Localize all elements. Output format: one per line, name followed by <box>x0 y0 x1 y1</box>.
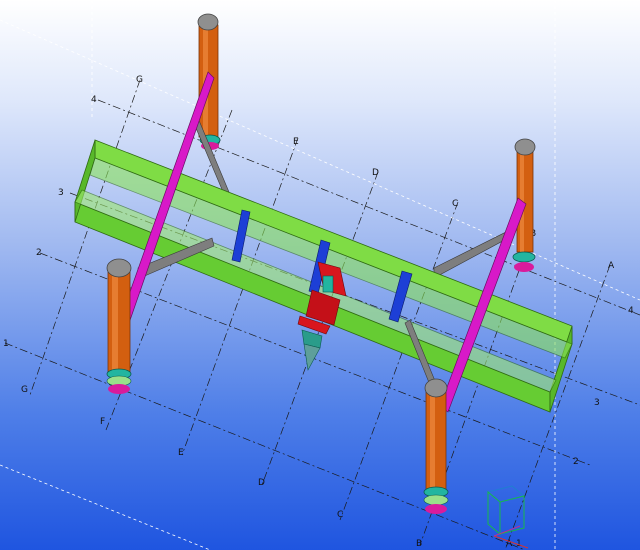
grid-label-c-top: C <box>452 199 458 209</box>
grid-label-f-bottom: F <box>100 417 105 427</box>
structural-model-scene: G E D C A F B G F E D C B A 4 3 2 1 4 3 … <box>0 0 640 550</box>
column-cap <box>197 13 219 31</box>
grid-label-g-bottom: G <box>21 385 28 395</box>
grid-label-d-bottom: D <box>258 478 265 488</box>
grid-label-a-top: A <box>608 261 615 271</box>
column-front-left[interactable] <box>106 258 132 394</box>
drill-bit <box>303 343 321 371</box>
guide-bottom-diagonal <box>0 464 211 550</box>
grid-label-3-left: 3 <box>58 188 64 198</box>
column-cap <box>106 258 132 278</box>
grid-label-4-right: 4 <box>628 306 634 316</box>
grid-label-e-top: E <box>293 137 299 147</box>
column-cap <box>424 378 448 398</box>
model-viewport[interactable]: G E D C A F B G F E D C B A 4 3 2 1 4 3 … <box>0 0 640 550</box>
grid-label-2-left: 2 <box>36 248 42 258</box>
grid-label-c-bottom: C <box>337 510 343 520</box>
grid-label-g-top: G <box>136 75 143 85</box>
grid-label-3-right: 3 <box>594 398 600 408</box>
grid-label-d-top: D <box>372 168 379 178</box>
grid-label-2-right: 2 <box>573 457 579 467</box>
grid-label-1-left: 1 <box>3 339 9 349</box>
column-front-right[interactable] <box>423 378 449 514</box>
grid-label-b-bottom: B <box>416 539 422 549</box>
grid-label-4-left: 4 <box>91 95 97 105</box>
grid-label-e-bottom: E <box>178 448 184 458</box>
grid-line-1 <box>4 342 526 550</box>
column-cap <box>514 138 536 156</box>
